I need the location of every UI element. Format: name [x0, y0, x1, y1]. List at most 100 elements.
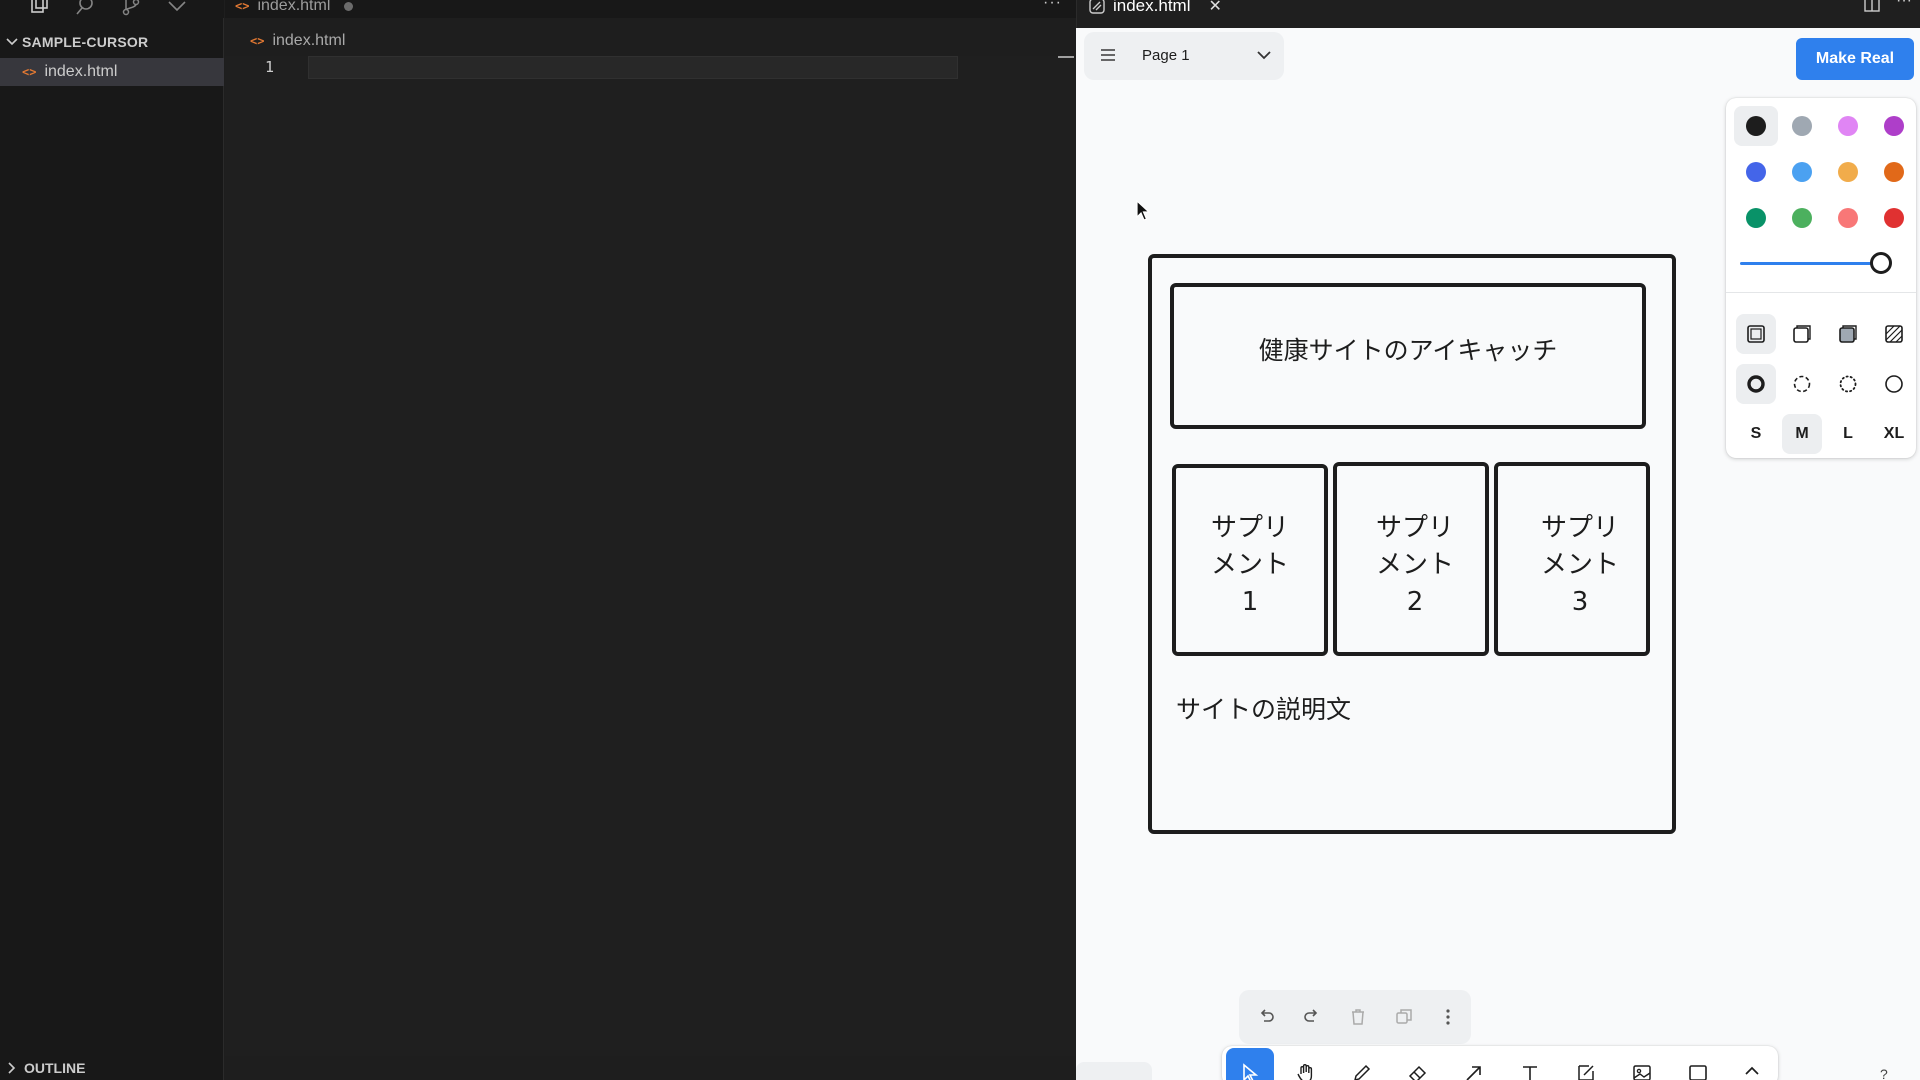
explorer-sidebar: SAMPLE-CURSOR <> index.html OUTLINE — [0, 18, 224, 1080]
html-file-icon: <> — [22, 65, 37, 79]
dash-draw-button[interactable] — [1736, 364, 1776, 404]
tldraw-canvas[interactable]: Page 1 Make Real S M L XL 健康サイトのアイキャッチ サ… — [1076, 28, 1920, 1080]
line-number: 1 — [265, 58, 275, 76]
file-item-index-html[interactable]: <> index.html — [0, 58, 224, 86]
wireframe-description-text[interactable]: サイトの説明文 — [1176, 690, 1351, 726]
more-actions-button[interactable] — [1435, 1004, 1461, 1030]
dash-dashed-button[interactable] — [1782, 364, 1822, 404]
color-swatch[interactable] — [1792, 162, 1812, 182]
panel-divider — [1726, 292, 1916, 293]
size-xl-button[interactable]: XL — [1874, 414, 1914, 454]
color-swatch[interactable] — [1884, 162, 1904, 182]
dash-draw-icon — [1747, 375, 1765, 393]
unsaved-dot-icon[interactable] — [344, 1, 354, 11]
tool-image[interactable] — [1618, 1048, 1666, 1080]
page-menu[interactable]: Page 1 — [1084, 32, 1284, 80]
undo-button[interactable] — [1253, 1004, 1279, 1030]
wireframe-card-2-text[interactable]: サプリ メント 2 — [1345, 510, 1485, 621]
minimap-slider[interactable] — [1058, 56, 1074, 58]
tool-draw[interactable] — [1338, 1048, 1386, 1080]
duplicate-button[interactable] — [1391, 1004, 1417, 1030]
arrow-icon — [1466, 1066, 1481, 1080]
tool-note[interactable] — [1562, 1048, 1610, 1080]
color-swatch[interactable] — [1884, 208, 1904, 228]
color-swatch[interactable] — [1746, 208, 1766, 228]
trash-icon — [1352, 1009, 1364, 1025]
code-editor[interactable]: 1 — [225, 56, 1076, 1056]
more-vertical-icon — [1446, 1009, 1450, 1025]
opacity-slider-track[interactable] — [1740, 262, 1880, 265]
chevron-down-icon[interactable] — [166, 0, 190, 16]
pencil-icon — [1354, 1064, 1371, 1080]
color-swatch[interactable] — [1746, 162, 1766, 182]
fill-solid-button[interactable] — [1828, 314, 1868, 354]
action-toolbar — [1239, 990, 1471, 1044]
redo-button[interactable] — [1299, 1004, 1325, 1030]
source-control-icon[interactable] — [120, 0, 144, 16]
mouse-cursor-icon — [1136, 200, 1150, 221]
navigation-panel[interactable] — [1076, 1062, 1152, 1080]
dash-solid-button[interactable] — [1874, 364, 1914, 404]
fill-semi-button[interactable] — [1782, 314, 1822, 354]
tool-more[interactable] — [1728, 1048, 1776, 1080]
wireframe-hero-text[interactable]: 健康サイトのアイキャッチ — [1170, 331, 1646, 367]
color-swatch[interactable] — [1792, 208, 1812, 228]
activity-bar — [0, 0, 224, 18]
make-real-button[interactable]: Make Real — [1796, 38, 1914, 80]
image-icon — [1633, 1065, 1651, 1080]
size-l-button[interactable]: L — [1828, 414, 1868, 454]
color-swatch[interactable] — [1838, 116, 1858, 136]
eraser-icon — [1408, 1065, 1427, 1080]
hand-icon — [1297, 1064, 1313, 1080]
chevron-up-icon — [1745, 1066, 1759, 1075]
dash-dotted-button[interactable] — [1828, 364, 1868, 404]
tool-select[interactable] — [1226, 1048, 1274, 1080]
text-icon — [1523, 1066, 1537, 1080]
close-icon[interactable]: ✕ — [1208, 0, 1221, 16]
editor-tab-index-html[interactable]: <> index.html — [235, 0, 354, 16]
file-name: index.html — [44, 63, 118, 80]
size-m-button[interactable]: M — [1782, 414, 1822, 454]
help-icon[interactable]: ? — [1880, 1066, 1910, 1080]
more-actions-icon[interactable]: ··· — [1896, 0, 1912, 10]
html-file-icon: <> — [235, 0, 250, 13]
tool-hand[interactable] — [1282, 1048, 1330, 1080]
outline-section-header[interactable]: OUTLINE — [6, 1060, 85, 1076]
webview-tab-bar: index.html ✕ ··· — [1076, 0, 1920, 28]
wireframe-card-1-text[interactable]: サプリ メント 1 — [1180, 510, 1320, 621]
tool-eraser[interactable] — [1394, 1048, 1442, 1080]
size-s-button[interactable]: S — [1736, 414, 1776, 454]
tldraw-icon — [1089, 0, 1105, 14]
explorer-icon[interactable] — [28, 0, 52, 16]
current-line-highlight — [308, 56, 958, 79]
redo-icon — [1304, 1009, 1318, 1022]
tool-arrow[interactable] — [1450, 1048, 1498, 1080]
wireframe-card-3-text[interactable]: サプリ メント 3 — [1510, 510, 1650, 621]
opacity-slider-thumb[interactable] — [1870, 252, 1892, 274]
menu-icon[interactable] — [1100, 48, 1116, 62]
breadcrumb[interactable]: <> index.html — [250, 32, 345, 50]
search-icon[interactable] — [74, 0, 98, 16]
page-name[interactable]: Page 1 — [1142, 47, 1190, 64]
explorer-section-header[interactable]: SAMPLE-CURSOR — [6, 32, 148, 52]
tool-text[interactable] — [1506, 1048, 1554, 1080]
split-editor-icon[interactable] — [1864, 0, 1880, 12]
color-swatch[interactable] — [1746, 116, 1766, 136]
style-panel: S M L XL — [1726, 98, 1916, 458]
fill-solid-icon — [1839, 325, 1857, 343]
chevron-down-icon[interactable] — [1256, 48, 1272, 62]
webview-tab-index-html[interactable]: index.html ✕ — [1089, 0, 1222, 16]
delete-button[interactable] — [1345, 1004, 1371, 1030]
pointer-icon — [1243, 1063, 1259, 1080]
color-swatch[interactable] — [1838, 162, 1858, 182]
color-swatch[interactable] — [1884, 116, 1904, 136]
color-swatch[interactable] — [1838, 208, 1858, 228]
rectangle-icon — [1689, 1065, 1707, 1080]
fill-none-button[interactable] — [1736, 314, 1776, 354]
tool-rectangle[interactable] — [1674, 1048, 1722, 1080]
color-swatch[interactable] — [1792, 116, 1812, 136]
more-actions-icon[interactable]: ··· — [1043, 0, 1062, 12]
undo-icon — [1260, 1009, 1274, 1022]
fill-pattern-button[interactable] — [1874, 314, 1914, 354]
workspace-name: SAMPLE-CURSOR — [22, 34, 149, 50]
